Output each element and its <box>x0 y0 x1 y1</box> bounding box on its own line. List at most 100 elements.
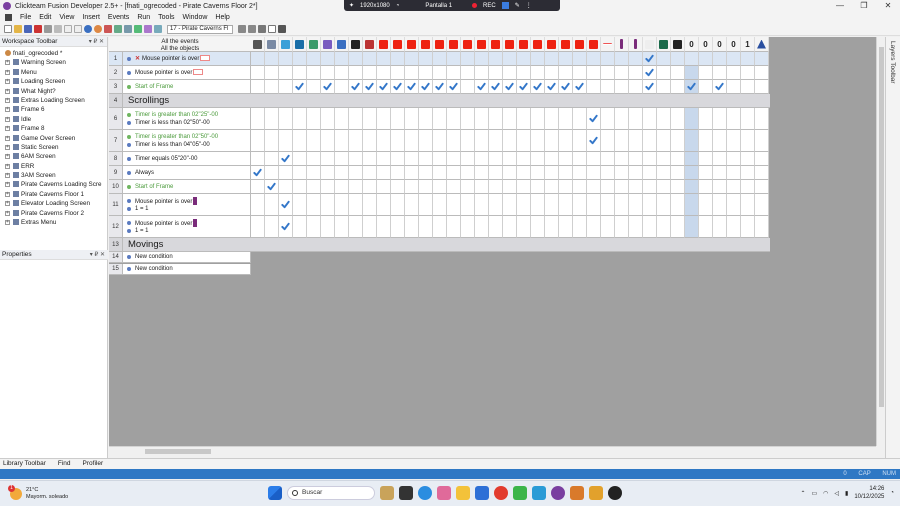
action-cell[interactable] <box>405 130 419 152</box>
tab-find[interactable]: Find <box>58 459 71 469</box>
action-cell[interactable] <box>713 166 727 180</box>
action-cell[interactable] <box>489 216 503 238</box>
action-cell[interactable] <box>685 194 699 216</box>
fusion-icon[interactable] <box>551 486 565 500</box>
tree-item-frame[interactable]: + Pirate Caverns Floor 2 <box>0 209 107 218</box>
action-cell[interactable] <box>279 108 293 130</box>
action-cell[interactable] <box>755 152 769 166</box>
action-cell[interactable] <box>615 80 629 94</box>
event-row[interactable]: 6 Timer is greater than 02"25"-00 Timer is… <box>109 108 769 130</box>
expand-icon[interactable]: + <box>5 116 10 122</box>
event-row[interactable]: 7 Timer is greater than 02"50"-00 Timer is… <box>109 130 769 152</box>
action-cell[interactable] <box>545 180 559 194</box>
action-cell[interactable] <box>321 108 335 130</box>
event-number[interactable]: 7 <box>109 130 123 152</box>
new-condition-row[interactable]: 14 New condition <box>109 252 251 263</box>
action-cell[interactable] <box>293 194 307 216</box>
action-cell[interactable] <box>517 180 531 194</box>
action-cell[interactable] <box>433 80 447 94</box>
object-column-header[interactable] <box>265 37 279 52</box>
action-cell[interactable] <box>265 216 279 238</box>
object-column-header[interactable] <box>419 37 433 52</box>
action-cell[interactable] <box>601 66 615 80</box>
action-cell[interactable] <box>489 180 503 194</box>
action-cell[interactable] <box>489 108 503 130</box>
minimize-button[interactable]: — <box>828 0 852 12</box>
counter-object[interactable]: 0 <box>699 37 713 52</box>
action-cell[interactable] <box>531 80 545 94</box>
action-cell[interactable] <box>391 180 405 194</box>
object-column-header[interactable] <box>545 37 559 52</box>
action-cell[interactable] <box>699 130 713 152</box>
action-cell[interactable] <box>629 152 643 166</box>
object-column-header[interactable] <box>293 37 307 52</box>
action-cell[interactable] <box>559 194 573 216</box>
store-icon[interactable] <box>475 486 489 500</box>
group-title[interactable]: Scrollings <box>123 94 770 108</box>
object-column-header[interactable] <box>657 37 671 52</box>
action-cell[interactable] <box>349 216 363 238</box>
previous-frame-icon[interactable] <box>238 25 246 33</box>
action-cell[interactable] <box>559 180 573 194</box>
headphones-icon[interactable] <box>589 486 603 500</box>
action-cell[interactable] <box>405 66 419 80</box>
action-cell[interactable] <box>307 166 321 180</box>
action-cell[interactable] <box>741 52 755 66</box>
action-cell[interactable] <box>405 52 419 66</box>
expand-icon[interactable]: + <box>5 173 10 179</box>
action-cell[interactable] <box>657 108 671 130</box>
action-cell[interactable] <box>545 194 559 216</box>
action-cell[interactable] <box>643 108 657 130</box>
event-row[interactable]: 9 Always <box>109 166 769 180</box>
action-cell[interactable] <box>587 166 601 180</box>
action-cell[interactable] <box>405 108 419 130</box>
action-cell[interactable] <box>489 52 503 66</box>
action-cell[interactable] <box>531 66 545 80</box>
event-number[interactable]: 1 <box>109 52 123 66</box>
action-cell[interactable] <box>251 80 265 94</box>
action-cell[interactable] <box>293 80 307 94</box>
action-cell[interactable] <box>419 152 433 166</box>
menu-tools[interactable]: Tools <box>158 14 174 21</box>
action-cell[interactable] <box>629 216 643 238</box>
action-cell[interactable] <box>615 166 629 180</box>
action-cell[interactable] <box>587 216 601 238</box>
action-cell[interactable] <box>265 166 279 180</box>
action-cell[interactable] <box>377 194 391 216</box>
action-cell[interactable] <box>713 80 727 94</box>
tree-item-frame[interactable]: + Frame 8 <box>0 124 107 133</box>
action-cell[interactable] <box>545 108 559 130</box>
action-cell[interactable] <box>727 52 741 66</box>
action-cell[interactable] <box>447 166 461 180</box>
vertical-scroll-thumb[interactable] <box>879 47 884 407</box>
action-cell[interactable] <box>335 194 349 216</box>
action-cell[interactable] <box>615 180 629 194</box>
taskbar-search[interactable]: Buscar <box>287 486 375 500</box>
action-cell[interactable] <box>643 166 657 180</box>
action-cell[interactable] <box>377 108 391 130</box>
action-cell[interactable] <box>405 180 419 194</box>
more-icon[interactable]: ⋮ <box>526 2 532 9</box>
action-cell[interactable] <box>447 108 461 130</box>
condition-cell[interactable]: Start of Frame <box>123 80 251 94</box>
edge-icon[interactable] <box>418 486 432 500</box>
action-cell[interactable] <box>559 108 573 130</box>
tree-item-frame[interactable]: + Loading Screen <box>0 77 107 86</box>
action-cell[interactable] <box>657 80 671 94</box>
action-cell[interactable] <box>699 180 713 194</box>
object-column-header[interactable] <box>349 37 363 52</box>
action-cell[interactable] <box>573 194 587 216</box>
action-cell[interactable] <box>461 52 475 66</box>
action-cell[interactable] <box>531 152 545 166</box>
arrow-object[interactable] <box>755 37 769 52</box>
object-column-header[interactable] <box>601 37 615 52</box>
action-cell[interactable] <box>461 194 475 216</box>
object-column-header[interactable] <box>503 37 517 52</box>
object-column-header[interactable] <box>489 37 503 52</box>
condition-cell[interactable]: Mouse pointer is over 1 = 1 <box>123 194 251 216</box>
tree-root[interactable]: fnati_ogrecoded * <box>0 49 107 58</box>
tree-item-frame[interactable]: +6AM Screen <box>0 152 107 161</box>
action-cell[interactable] <box>475 130 489 152</box>
action-cell[interactable] <box>531 180 545 194</box>
expand-icon[interactable]: + <box>5 210 10 216</box>
